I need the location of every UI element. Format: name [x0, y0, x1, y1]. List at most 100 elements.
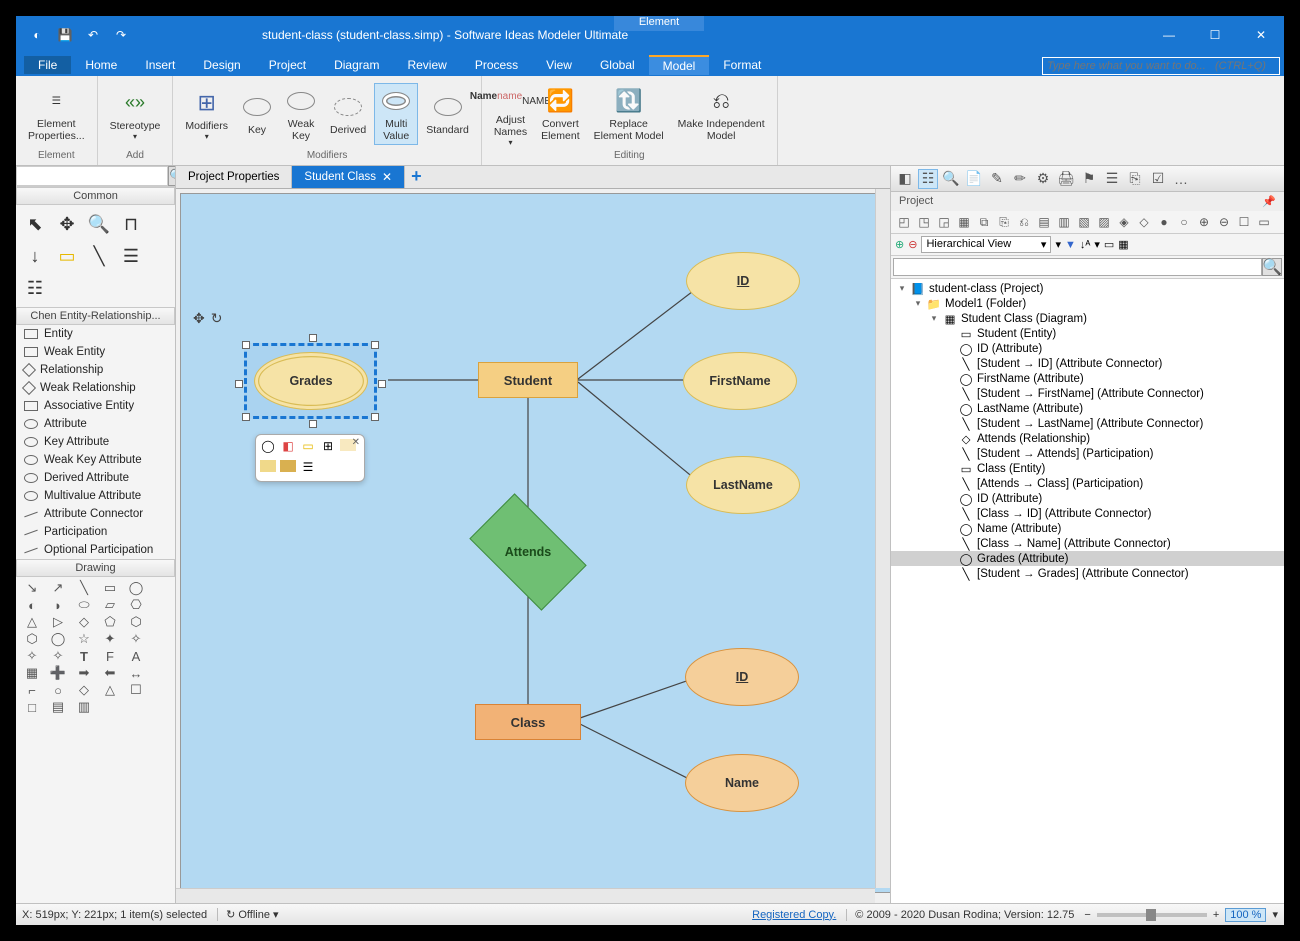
tab-student-class[interactable]: Student Class✕ — [292, 166, 405, 188]
chen-optional-participation[interactable]: Optional Participation — [16, 541, 175, 559]
derived-button[interactable]: Derived — [324, 90, 372, 138]
view-mode-select[interactable]: Hierarchical View▾ — [921, 236, 1051, 253]
menu-review[interactable]: Review — [393, 56, 460, 74]
save-icon[interactable]: 💾 — [56, 26, 74, 44]
tree-node[interactable]: ╲[Class → Name] (Attribute Connector) — [891, 536, 1284, 551]
select-tool[interactable]: ⬉ — [22, 211, 48, 237]
attr-grades[interactable]: Grades — [254, 352, 368, 410]
key-button[interactable]: Key — [236, 90, 278, 138]
rp-tool-11[interactable]: ⎘ — [1125, 169, 1145, 189]
zoom-in-button[interactable]: + — [1213, 909, 1219, 921]
paint-tool[interactable]: ⊓ — [118, 211, 144, 237]
move-tool[interactable]: ✥ — [54, 211, 80, 237]
attr-class-name[interactable]: Name — [685, 754, 799, 812]
minimize-button[interactable]: — — [1146, 16, 1192, 54]
category-chen[interactable]: Chen Entity-Relationship... — [16, 307, 175, 325]
vertical-scrollbar[interactable] — [875, 189, 890, 888]
tree-node[interactable]: ◯ID (Attribute) — [891, 491, 1284, 506]
element-properties-button[interactable]: ☰Element Properties... — [22, 84, 91, 144]
toolbox-search-input[interactable] — [16, 166, 168, 186]
close-mini-icon[interactable]: ✕ — [352, 437, 360, 448]
weak-key-button[interactable]: Weak Key — [280, 84, 322, 144]
chen-entity[interactable]: Entity — [16, 325, 175, 343]
undo-icon[interactable]: ↶ — [84, 26, 102, 44]
tree-node[interactable]: ▭Student (Entity) — [891, 326, 1284, 341]
rp-tool-7[interactable]: ⚙ — [1033, 169, 1053, 189]
grid-tool[interactable]: ☷ — [22, 275, 48, 301]
tree-node[interactable]: ▾📁Model1 (Folder) — [891, 296, 1284, 311]
zoom-out-button[interactable]: − — [1084, 909, 1090, 921]
app-icon[interactable]: ◐ — [28, 26, 46, 44]
convert-element-button[interactable]: 🔁Convert Element — [535, 84, 586, 144]
tree-node[interactable]: ▾▦Student Class (Diagram) — [891, 311, 1284, 326]
chen-weak-relationship[interactable]: Weak Relationship — [16, 379, 175, 397]
rel-attends[interactable]: Attends — [477, 520, 579, 584]
menu-diagram[interactable]: Diagram — [320, 56, 393, 74]
attr-firstname[interactable]: FirstName — [683, 352, 797, 410]
adjust-names-button[interactable]: NamenameNAMEAdjust Names▾ — [488, 80, 533, 149]
menu-home[interactable]: Home — [71, 56, 131, 74]
quick-format-toolbar[interactable]: ✕ ◯◧▭⊞ ☰ — [255, 434, 365, 482]
rp-tool-3[interactable]: 🔍 — [941, 169, 961, 189]
tree-node[interactable]: ◇Attends (Relationship) — [891, 431, 1284, 446]
project-search-input[interactable] — [893, 258, 1262, 276]
chen-multivalue-attribute[interactable]: Multivalue Attribute — [16, 487, 175, 505]
text-tool[interactable]: ☰ — [118, 243, 144, 269]
import-tool[interactable]: ↓ — [22, 243, 48, 269]
add-tab-button[interactable]: + — [405, 166, 428, 188]
rp-tool-5[interactable]: ✎ — [987, 169, 1007, 189]
menu-insert[interactable]: Insert — [131, 56, 189, 74]
menu-format[interactable]: Format — [709, 56, 775, 74]
pin-icon[interactable]: 📌 — [1262, 195, 1276, 208]
tree-node[interactable]: ╲[Student → FirstName] (Attribute Connec… — [891, 386, 1284, 401]
entity-student[interactable]: Student — [478, 362, 578, 398]
zoom-tool[interactable]: 🔍 — [86, 211, 112, 237]
entity-class[interactable]: Class — [475, 704, 581, 740]
note-tool[interactable]: ▭ — [54, 243, 80, 269]
attr-lastname[interactable]: LastName — [686, 456, 800, 514]
tree-node[interactable]: ╲[Attends → Class] (Participation) — [891, 476, 1284, 491]
tree-node[interactable]: ◯ID (Attribute) — [891, 341, 1284, 356]
rp-tool-1[interactable]: ◧ — [895, 169, 915, 189]
close-tab-icon[interactable]: ✕ — [382, 170, 392, 184]
diagram-canvas[interactable]: ✥↻ Grades Student — [176, 189, 890, 903]
tree-node[interactable]: ▭Class (Entity) — [891, 461, 1284, 476]
chen-attribute-connector[interactable]: Attribute Connector — [16, 505, 175, 523]
standard-button[interactable]: Standard — [420, 90, 475, 138]
registered-link[interactable]: Registered Copy. — [752, 909, 836, 921]
tree-node[interactable]: ◯LastName (Attribute) — [891, 401, 1284, 416]
zoom-slider[interactable] — [1097, 913, 1207, 917]
attr-id[interactable]: ID — [686, 252, 800, 310]
zoom-value[interactable]: 100 % — [1225, 908, 1266, 922]
tree-node[interactable]: ╲[Student → Attends] (Participation) — [891, 446, 1284, 461]
modifiers-button[interactable]: ⊞Modifiers▾ — [179, 86, 234, 143]
tell-me-search[interactable] — [1042, 56, 1280, 75]
rp-tool-12[interactable]: ☑ — [1148, 169, 1168, 189]
selection-move-handles[interactable]: ✥↻ — [193, 310, 222, 327]
menu-process[interactable]: Process — [461, 56, 532, 74]
stereotype-button[interactable]: «»Stereotype▾ — [104, 86, 167, 143]
chen-derived-attribute[interactable]: Derived Attribute — [16, 469, 175, 487]
category-drawing[interactable]: Drawing — [16, 559, 175, 577]
zoom-dropdown[interactable]: ▾ — [1272, 908, 1278, 921]
redo-icon[interactable]: ↷ — [112, 26, 130, 44]
multivalue-button[interactable]: Multi Value — [374, 83, 418, 145]
chen-participation[interactable]: Participation — [16, 523, 175, 541]
menu-model[interactable]: Model — [649, 55, 710, 75]
horizontal-scrollbar[interactable] — [176, 888, 875, 903]
menu-file[interactable]: File — [24, 56, 71, 74]
tree-node[interactable]: ▾📘student-class (Project) — [891, 281, 1284, 296]
menu-project[interactable]: Project — [255, 56, 320, 74]
replace-element-model-button[interactable]: 🔃Replace Element Model — [588, 84, 670, 144]
rp-tool-4[interactable]: 📄 — [964, 169, 984, 189]
chen-key-attribute[interactable]: Key Attribute — [16, 433, 175, 451]
context-tab-element[interactable]: Element — [614, 16, 704, 31]
tree-node[interactable]: ╲[Student → ID] (Attribute Connector) — [891, 356, 1284, 371]
chen-attribute[interactable]: Attribute — [16, 415, 175, 433]
chen-relationship[interactable]: Relationship — [16, 361, 175, 379]
category-common[interactable]: Common — [16, 187, 175, 205]
attr-class-id[interactable]: ID — [685, 648, 799, 706]
rp-tool-more[interactable]: … — [1171, 169, 1191, 189]
status-offline[interactable]: ↻ Offline ▾ — [217, 908, 278, 921]
menu-global[interactable]: Global — [586, 56, 649, 74]
